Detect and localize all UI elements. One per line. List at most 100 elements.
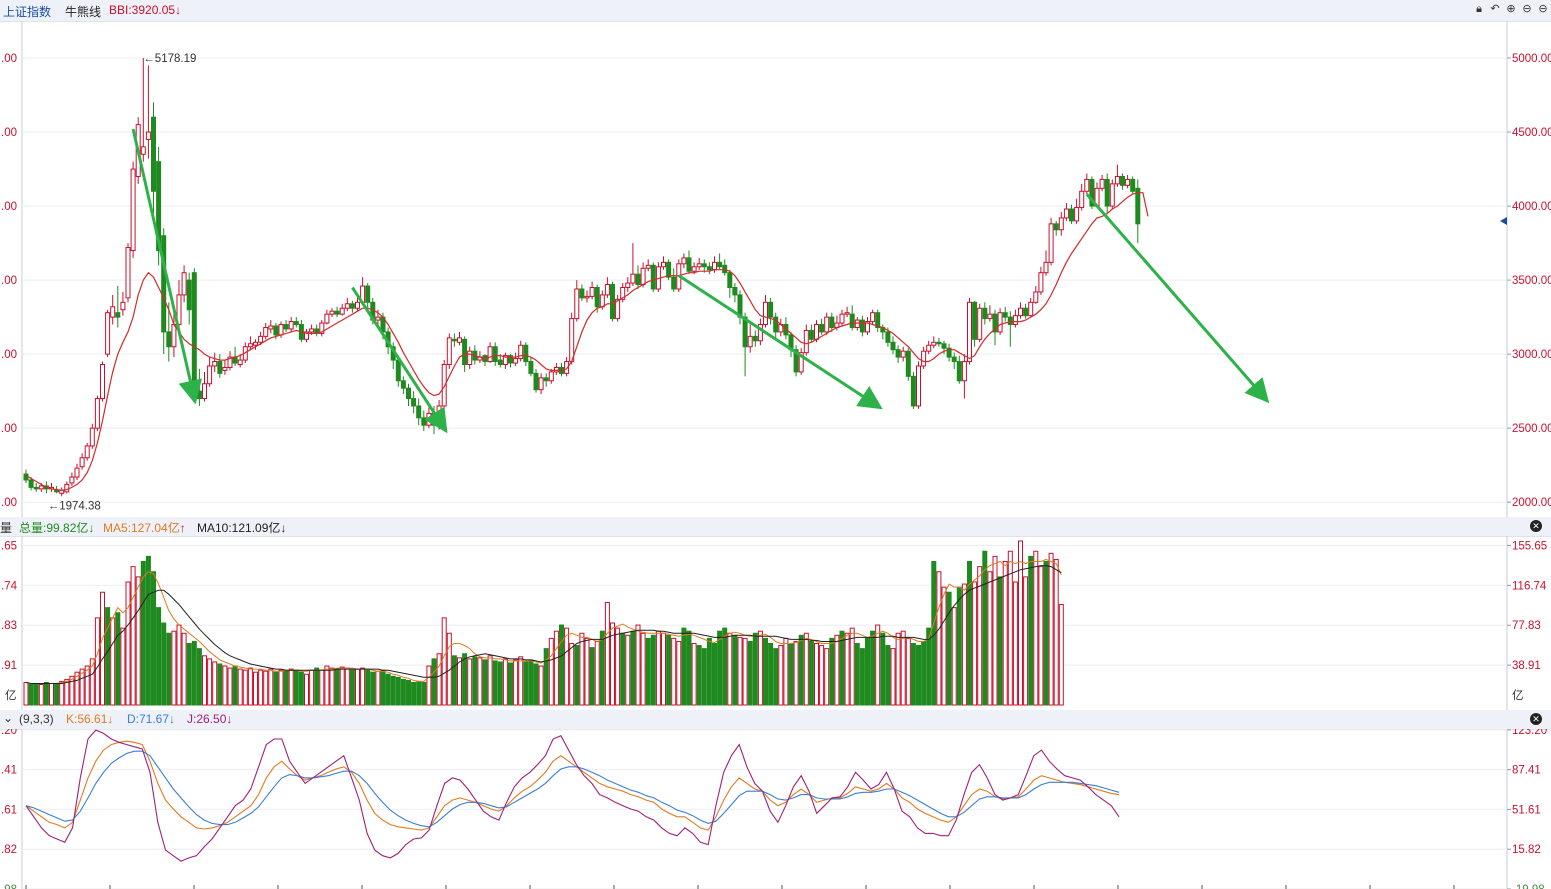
volume-bar [426, 665, 432, 706]
volume-chart[interactable]: 155.65 .65 116.74 .74 77.83 .83 38.91 .91 亿 亿 [0, 536, 1551, 710]
volume-bar [900, 630, 906, 706]
candle-body [451, 338, 457, 342]
volume-bar [436, 653, 442, 706]
candle [426, 407, 432, 429]
candle [635, 265, 641, 289]
candle-body [895, 349, 901, 358]
candle-body [212, 361, 218, 367]
volume-bar [441, 617, 447, 706]
candle-body [120, 301, 126, 311]
volume-bar [202, 655, 207, 706]
close-kdj-pane-icon[interactable]: ✕ [1530, 713, 1542, 725]
volume-bar [1018, 540, 1023, 706]
candle [1007, 311, 1013, 347]
candle-body [972, 301, 978, 340]
max-price-label: ←5178.19 [143, 53, 196, 65]
price-chart[interactable]: 5000.00 .00 4500.00 .00 4000.00 .00 3500.00 .00… [0, 21, 1551, 517]
volume-bar [696, 645, 702, 706]
volume-bar [528, 659, 534, 706]
trend-arrow [1085, 193, 1270, 404]
volume-bar [717, 630, 723, 706]
candle [589, 281, 595, 300]
candle-body [553, 366, 559, 373]
candle-body [803, 329, 809, 354]
kdj-tick-label: 87.41 [1512, 765, 1541, 777]
candle-body [1048, 223, 1054, 263]
indicator-name[interactable]: 牛熊线 [65, 3, 101, 20]
candle-body [650, 264, 656, 290]
candle [1120, 173, 1125, 190]
volume-bar [268, 668, 274, 706]
more-icon[interactable]: ⊖ [1537, 3, 1549, 15]
candle [630, 243, 636, 287]
candle [222, 360, 228, 375]
candle [110, 294, 116, 325]
volume-bar [400, 678, 406, 706]
candle [788, 331, 794, 358]
index-name[interactable]: 上证指数 [3, 3, 51, 20]
candle [910, 371, 916, 409]
candle [528, 357, 534, 377]
volume-bar [1023, 576, 1029, 706]
volume-bar [283, 670, 289, 706]
bbi-arrow-icon: ↓ [175, 3, 182, 17]
volume-bar [130, 566, 136, 706]
candle [875, 309, 881, 332]
candle-body [706, 266, 712, 271]
candle-body [497, 359, 503, 365]
zoom-in-icon[interactable]: ⊕ [1505, 3, 1517, 15]
volume-bar [1058, 604, 1064, 706]
volume-bar [727, 632, 733, 706]
volume-bar [288, 668, 294, 706]
zoom-out-icon[interactable]: ⊖ [1521, 3, 1533, 15]
candle [492, 342, 498, 366]
close-volume-pane-icon[interactable]: ✕ [1530, 520, 1542, 532]
volume-bar [533, 663, 539, 706]
volume-bar [145, 555, 151, 706]
candle-body [217, 361, 223, 374]
candle [936, 337, 942, 347]
candle [319, 320, 325, 337]
candle-body [1063, 208, 1069, 219]
candle-body [635, 273, 641, 286]
price-pane[interactable]: 5000.00 .00 4500.00 .00 4000.00 .00 3500.00 .00… [0, 21, 1551, 517]
candle [349, 300, 355, 313]
volume-tick-label: 116.74 [1512, 580, 1547, 592]
candle-body [457, 337, 462, 343]
volume-bar [497, 661, 503, 706]
volume-total-arrow-icon: ↓ [88, 521, 95, 535]
volume-bar [100, 591, 105, 706]
volume-pane[interactable]: 155.65 .65 116.74 .74 77.83 .83 38.91 .91 亿 亿 [0, 536, 1551, 710]
volume-bar [681, 627, 687, 706]
volume-tick-label: 38.91 [1512, 660, 1541, 672]
collapse-chevron-icon[interactable]: ⌄ [3, 711, 13, 725]
candle [752, 330, 758, 347]
candle-body [349, 303, 355, 309]
candle [181, 265, 187, 303]
kdj-pane[interactable]: 123.20 .20 87.41 .41 51.61 .61 15.82 .82 -19.98.… [0, 729, 1551, 889]
undo-icon[interactable]: ↶ [1489, 3, 1501, 15]
candle-body [824, 316, 830, 333]
lock-icon[interactable]: 🔒︎ [1473, 3, 1485, 15]
candle-body [1109, 183, 1115, 207]
candle-body [151, 116, 156, 192]
candle-body [513, 358, 519, 364]
candle [513, 352, 519, 366]
candle [870, 309, 876, 325]
volume-bar [737, 636, 743, 706]
volume-bar [217, 663, 223, 706]
kdj-chart[interactable]: 123.20 .20 87.41 .41 51.61 .61 15.82 .82 -19.98.… [0, 729, 1551, 889]
candle [655, 262, 661, 292]
candle-body [69, 476, 75, 484]
price-left-tick-label: .00 [1, 349, 17, 361]
candle-body [268, 325, 274, 330]
candle-body [951, 356, 957, 363]
volume-bar [247, 667, 253, 706]
volume-bar [54, 684, 60, 706]
volume-unit-left: 亿 [5, 689, 17, 702]
volume-bar [870, 630, 876, 706]
candle-body [722, 264, 728, 274]
price-tick-label: 3500.00 [1512, 275, 1551, 287]
volume-tick-label: 77.83 [1512, 620, 1541, 632]
kdj-j-line [25, 729, 1120, 862]
